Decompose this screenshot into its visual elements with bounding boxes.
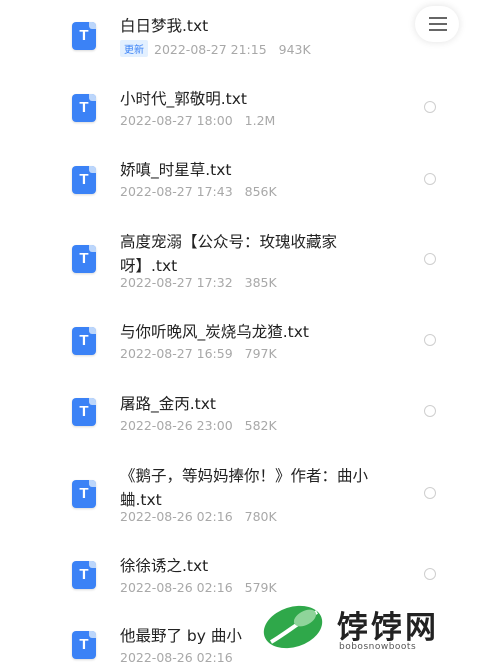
file-date: 2022-08-27 18:00	[120, 113, 233, 128]
select-radio[interactable]	[424, 173, 436, 185]
file-meta: 2022-08-27 18:00 1.2M	[120, 113, 275, 128]
select-radio[interactable]	[424, 334, 436, 346]
select-radio[interactable]	[424, 101, 436, 113]
file-name: 徐徐诱之.txt	[120, 557, 209, 575]
file-meta: 2022-08-26 02:16	[120, 650, 233, 665]
txt-file-icon: T	[72, 166, 96, 194]
txt-file-icon: T	[72, 94, 96, 122]
file-name: 高度宠溺【公众号：玫瑰收藏家呀】.txt	[120, 233, 338, 275]
file-date: 2022-08-27 16:59	[120, 346, 233, 361]
file-date: 2022-08-27 17:32	[120, 275, 233, 290]
select-radio[interactable]	[424, 253, 436, 265]
file-date: 2022-08-26 23:00	[120, 418, 233, 433]
file-meta: 2022-08-26 23:00 582K	[120, 418, 277, 433]
watermark-subtitle: bobosnowboots	[339, 642, 417, 652]
select-radio[interactable]	[424, 405, 436, 417]
file-size: 943K	[278, 42, 311, 57]
file-size: 582K	[244, 418, 277, 433]
file-size: 579K	[244, 580, 277, 595]
file-date: 2022-08-27 21:15	[154, 42, 267, 57]
file-meta: 更新 2022-08-27 21:15 943K	[120, 40, 311, 57]
file-meta: 2022-08-26 02:16 780K	[120, 509, 277, 524]
file-name: 《鹅子，等妈妈捧你！》作者：曲小蛐.txt	[120, 467, 369, 509]
file-date: 2022-08-26 02:16	[120, 650, 233, 665]
select-radio[interactable]	[424, 487, 436, 499]
txt-file-icon: T	[72, 480, 96, 508]
file-meta: 2022-08-26 02:16 579K	[120, 580, 277, 595]
file-size: 780K	[244, 509, 277, 524]
txt-file-icon: T	[72, 631, 96, 659]
watermark-title: 饽饽网	[337, 610, 439, 646]
file-name: 与你听晚风_炭烧乌龙猹.txt	[120, 323, 310, 341]
update-badge: 更新	[120, 40, 148, 57]
file-size: 385K	[244, 275, 277, 290]
watermark: 饽饽网 bobosnowboots	[255, 598, 500, 667]
txt-file-icon: T	[72, 561, 96, 589]
file-name: 娇嗔_时星草.txt	[120, 161, 232, 179]
txt-file-icon: T	[72, 327, 96, 355]
file-size: 797K	[244, 346, 277, 361]
txt-file-icon: T	[72, 22, 96, 50]
file-name: 小时代_郭敬明.txt	[120, 90, 248, 108]
txt-file-icon: T	[72, 245, 96, 273]
file-meta: 2022-08-27 16:59 797K	[120, 346, 277, 361]
file-date: 2022-08-27 17:43	[120, 184, 233, 199]
leaf-logo-icon	[263, 605, 323, 649]
file-meta: 2022-08-27 17:32 385K	[120, 275, 277, 290]
file-date: 2022-08-26 02:16	[120, 509, 233, 524]
file-name: 屠路_金丙.txt	[120, 395, 217, 413]
menu-button[interactable]	[415, 6, 459, 42]
txt-file-icon: T	[72, 398, 96, 426]
file-name: 白日梦我.txt	[120, 17, 209, 35]
file-date: 2022-08-26 02:16	[120, 580, 233, 595]
file-size: 1.2M	[244, 113, 276, 128]
file-size: 856K	[244, 184, 277, 199]
file-meta: 2022-08-27 17:43 856K	[120, 184, 277, 199]
select-radio[interactable]	[424, 568, 436, 580]
